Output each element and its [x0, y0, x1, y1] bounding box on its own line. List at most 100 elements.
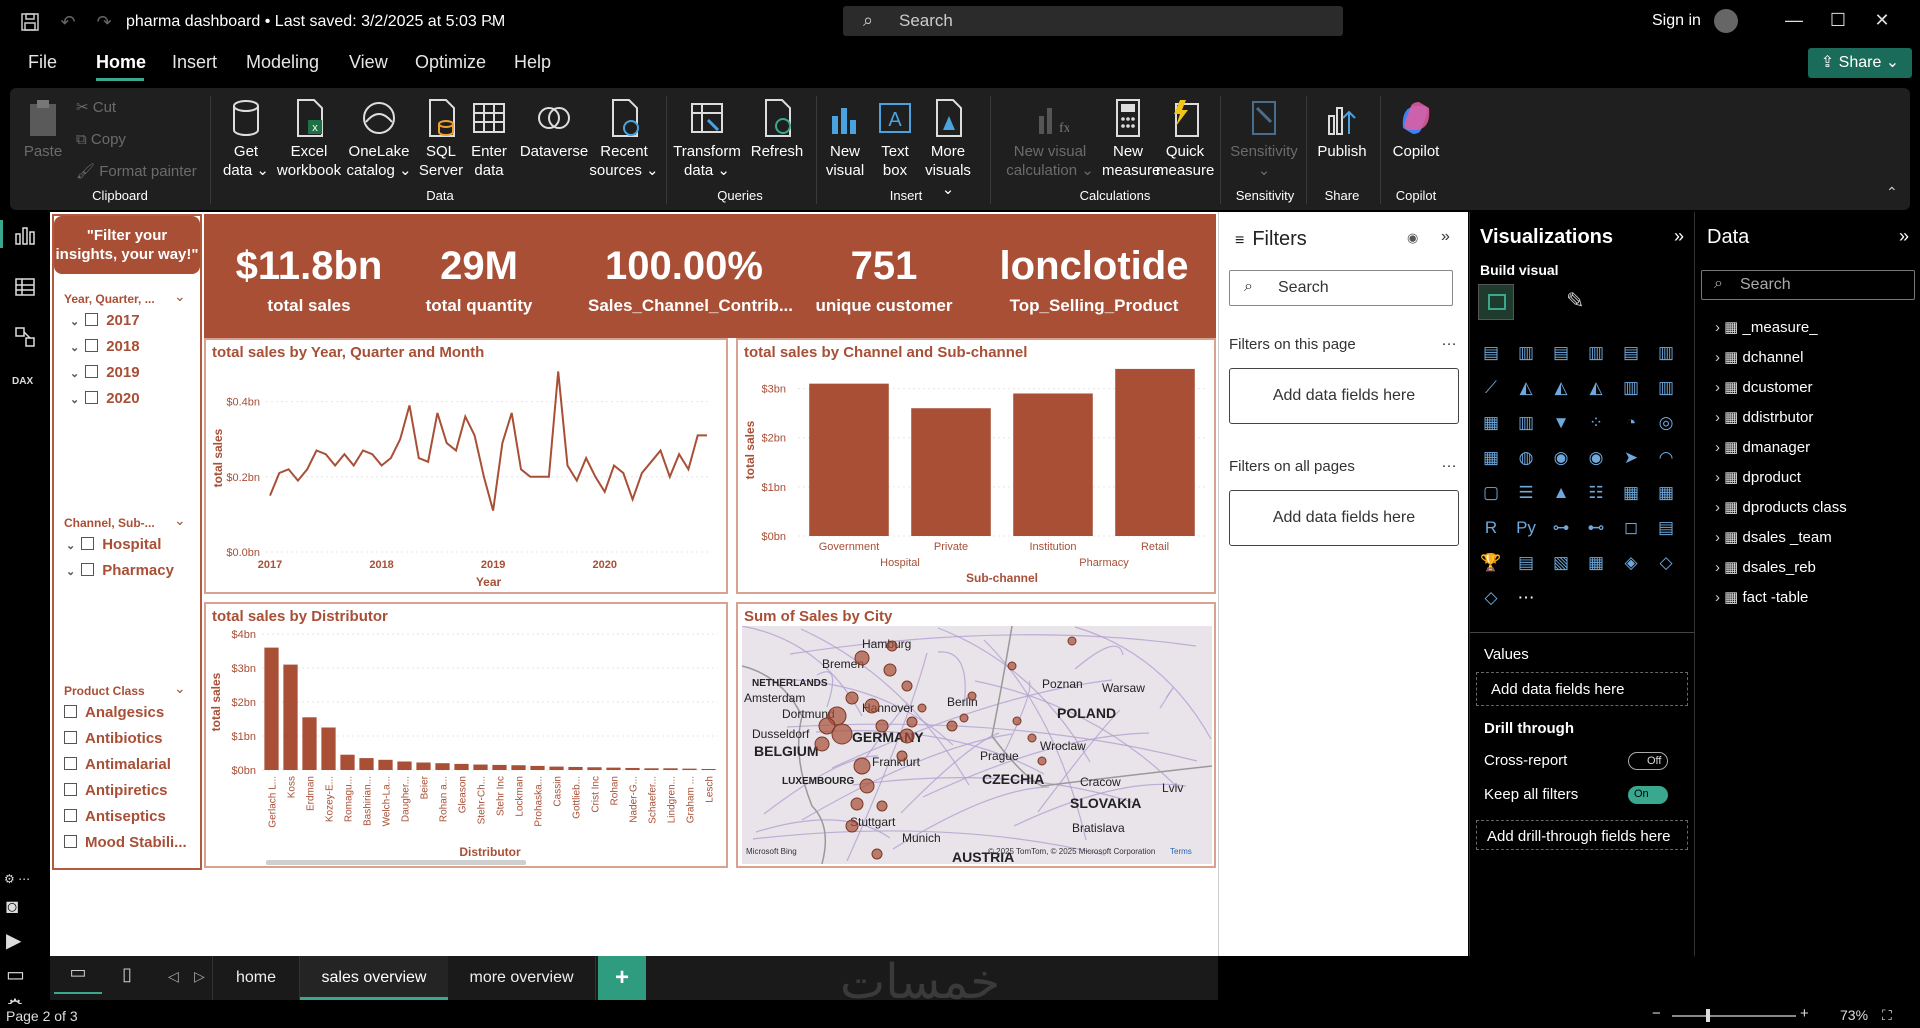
drill-through-drop-zone[interactable]: Add drill-through fields here [1476, 820, 1688, 850]
data-table-item[interactable]: › ▦ dcustomer [1715, 378, 1813, 396]
map-panel[interactable]: Sum of Sales by City Hamburg Bremen NETHER… [736, 602, 1216, 868]
recent-sources-button[interactable]: Recent sources ⌄ [588, 98, 660, 180]
pie-visual-icon[interactable]: ◔ [1620, 412, 1642, 434]
avatar-icon[interactable] [1714, 9, 1738, 33]
area-visual-icon[interactable]: ◭ [1515, 377, 1537, 399]
scatter-visual-icon[interactable]: ⁘ [1585, 412, 1607, 434]
chevron-down-icon[interactable]: ⌄ [174, 288, 186, 305]
clustered-column-visual-icon[interactable]: ▥ [1585, 342, 1607, 364]
camera-icon[interactable]: ◙ [6, 896, 18, 919]
trophy-visual-icon[interactable]: 🏆 [1480, 552, 1502, 574]
menu-file[interactable]: File [28, 52, 57, 73]
checkbox[interactable] [64, 835, 77, 848]
r-visual-visual-icon[interactable]: R [1480, 517, 1502, 539]
checkbox[interactable] [85, 391, 99, 404]
redo-icon[interactable]: ↷ [94, 12, 114, 32]
checkbox[interactable] [85, 313, 99, 326]
line-clustered-visual-icon[interactable]: ▥ [1655, 377, 1677, 399]
refresh-button[interactable]: Refresh [742, 98, 812, 161]
table-visual-icon[interactable]: ▦ [1620, 482, 1642, 504]
build-visual-tab-icon[interactable] [1478, 284, 1514, 320]
product-class-item[interactable]: Antimalarial [64, 756, 171, 773]
filters-page-drop-zone[interactable]: Add data fields here [1229, 368, 1459, 424]
page-prev-icon[interactable]: ◁ [168, 968, 179, 985]
data-table-item[interactable]: › ▦ dproduct [1715, 468, 1801, 486]
checkbox[interactable] [85, 339, 99, 352]
fit-to-page-icon[interactable]: ⛶ [1882, 1007, 1892, 1024]
data-table-item[interactable]: › ▦ dsales _team [1715, 528, 1832, 546]
mobile-layout-icon[interactable]: ▯ [122, 964, 132, 985]
copilot-button[interactable]: Copilot [1386, 98, 1446, 161]
smart-narrative-visual-icon[interactable]: ▤ [1515, 552, 1537, 574]
window-icon[interactable]: ▭ [6, 962, 25, 987]
video-icon[interactable]: ▶ [6, 928, 21, 953]
more-visual-icon[interactable]: ⋯ [1515, 587, 1537, 609]
checkbox[interactable] [81, 563, 95, 576]
chevron-down-icon[interactable]: ⌄ [174, 512, 186, 529]
page-tab-more-overview[interactable]: more overview [448, 956, 596, 1000]
multi-row-card-visual-icon[interactable]: ☰ [1515, 482, 1537, 504]
filled-map-visual-icon[interactable]: ◉ [1550, 447, 1572, 469]
kpi-visual-icon[interactable]: ▲ [1550, 482, 1572, 504]
100-column-visual-icon[interactable]: ▥ [1655, 342, 1677, 364]
menu-modeling[interactable]: Modeling [246, 52, 319, 73]
more-options-icon[interactable]: … [1441, 332, 1457, 350]
gauge-visual-icon[interactable]: ◠ [1655, 447, 1677, 469]
new-measure-button[interactable]: New measure [1102, 98, 1160, 180]
save-icon[interactable] [20, 12, 40, 32]
undo-icon[interactable]: ↶ [58, 12, 78, 32]
product-class-item[interactable]: Analgesics [64, 704, 164, 721]
zoom-slider-thumb[interactable] [1706, 1009, 1710, 1022]
get-data-button[interactable]: Get data ⌄ [218, 98, 274, 180]
sign-in-link[interactable]: Sign in [1652, 12, 1701, 30]
checkbox[interactable] [85, 365, 99, 378]
sensitivity-button[interactable]: Sensitivity ⌄ [1228, 98, 1300, 180]
menu-insert[interactable]: Insert [172, 52, 217, 73]
fabric-visual-icon[interactable]: ▦ [1585, 552, 1607, 574]
chevron-right-icon[interactable]: › [1715, 529, 1724, 546]
desktop-layout-icon[interactable]: ▭ [54, 962, 102, 994]
chevron-right-icon[interactable]: › [1715, 439, 1724, 456]
menu-view[interactable]: View [349, 52, 388, 73]
100-area-visual-icon[interactable]: ◭ [1585, 377, 1607, 399]
data-table-item[interactable]: › ▦ dchannel [1715, 348, 1803, 366]
report-view-icon[interactable] [14, 224, 36, 251]
collapse-ribbon-icon[interactable]: ⌃ [1886, 184, 1898, 201]
collapse-viz-icon[interactable]: » [1674, 226, 1684, 247]
page-tab-home[interactable]: home [212, 956, 300, 1000]
waterfall-visual-icon[interactable]: ▥ [1515, 412, 1537, 434]
checkbox[interactable] [64, 705, 77, 718]
maximize-icon[interactable]: ☐ [1823, 10, 1853, 31]
product-class-item[interactable]: Mood Stabili... [64, 834, 187, 851]
more-options-icon[interactable]: … [1441, 454, 1457, 472]
arcgis-visual-icon[interactable]: ◈ [1620, 552, 1642, 574]
key-influencers-visual-icon[interactable]: ⊶ [1550, 517, 1572, 539]
python-visual-visual-icon[interactable]: Py [1515, 517, 1537, 539]
close-icon[interactable]: ✕ [1867, 10, 1897, 31]
zoom-in-icon[interactable]: + [1800, 1005, 1809, 1022]
data-table-item[interactable]: › ▦ fact -table [1715, 588, 1808, 606]
menu-optimize[interactable]: Optimize [415, 52, 486, 73]
chevron-down-icon[interactable]: ⌄ [174, 680, 186, 697]
stacked-column-visual-icon[interactable]: ▥ [1515, 342, 1537, 364]
data-table-item[interactable]: › ▦ _measure_ [1715, 318, 1818, 336]
card-visual-icon[interactable]: ▢ [1480, 482, 1502, 504]
data-table-item[interactable]: › ▦ dmanager [1715, 438, 1810, 456]
power-apps-visual-icon[interactable]: ◇ [1655, 552, 1677, 574]
line-column-visual-icon[interactable]: ▥ [1620, 377, 1642, 399]
paginated-visual-icon[interactable]: ▤ [1655, 517, 1677, 539]
table-view-icon[interactable] [14, 276, 36, 303]
chevron-right-icon[interactable]: › [1715, 559, 1724, 576]
shape-map-visual-icon[interactable]: ◉ [1585, 447, 1607, 469]
chevron-right-icon[interactable]: › [1715, 469, 1724, 486]
minimize-icon[interactable]: — [1779, 10, 1809, 31]
data-table-item[interactable]: › ▦ dproducts class [1715, 498, 1847, 516]
qa-visual-icon[interactable]: ◻ [1620, 517, 1642, 539]
chevron-down-icon[interactable]: ⌄ [486, 12, 498, 29]
chevron-right-icon[interactable]: › [1715, 319, 1724, 336]
checkbox[interactable] [64, 809, 77, 822]
overflow-icon[interactable]: ⚙ ⋯ [4, 872, 30, 886]
city-sales-map[interactable]: HamburgBremenNETHERLANDSAmsterdamDortmun… [742, 626, 1212, 864]
menu-home[interactable]: Home [96, 52, 146, 73]
channel-slicer-item[interactable]: ⌄ Hospital [66, 536, 161, 553]
